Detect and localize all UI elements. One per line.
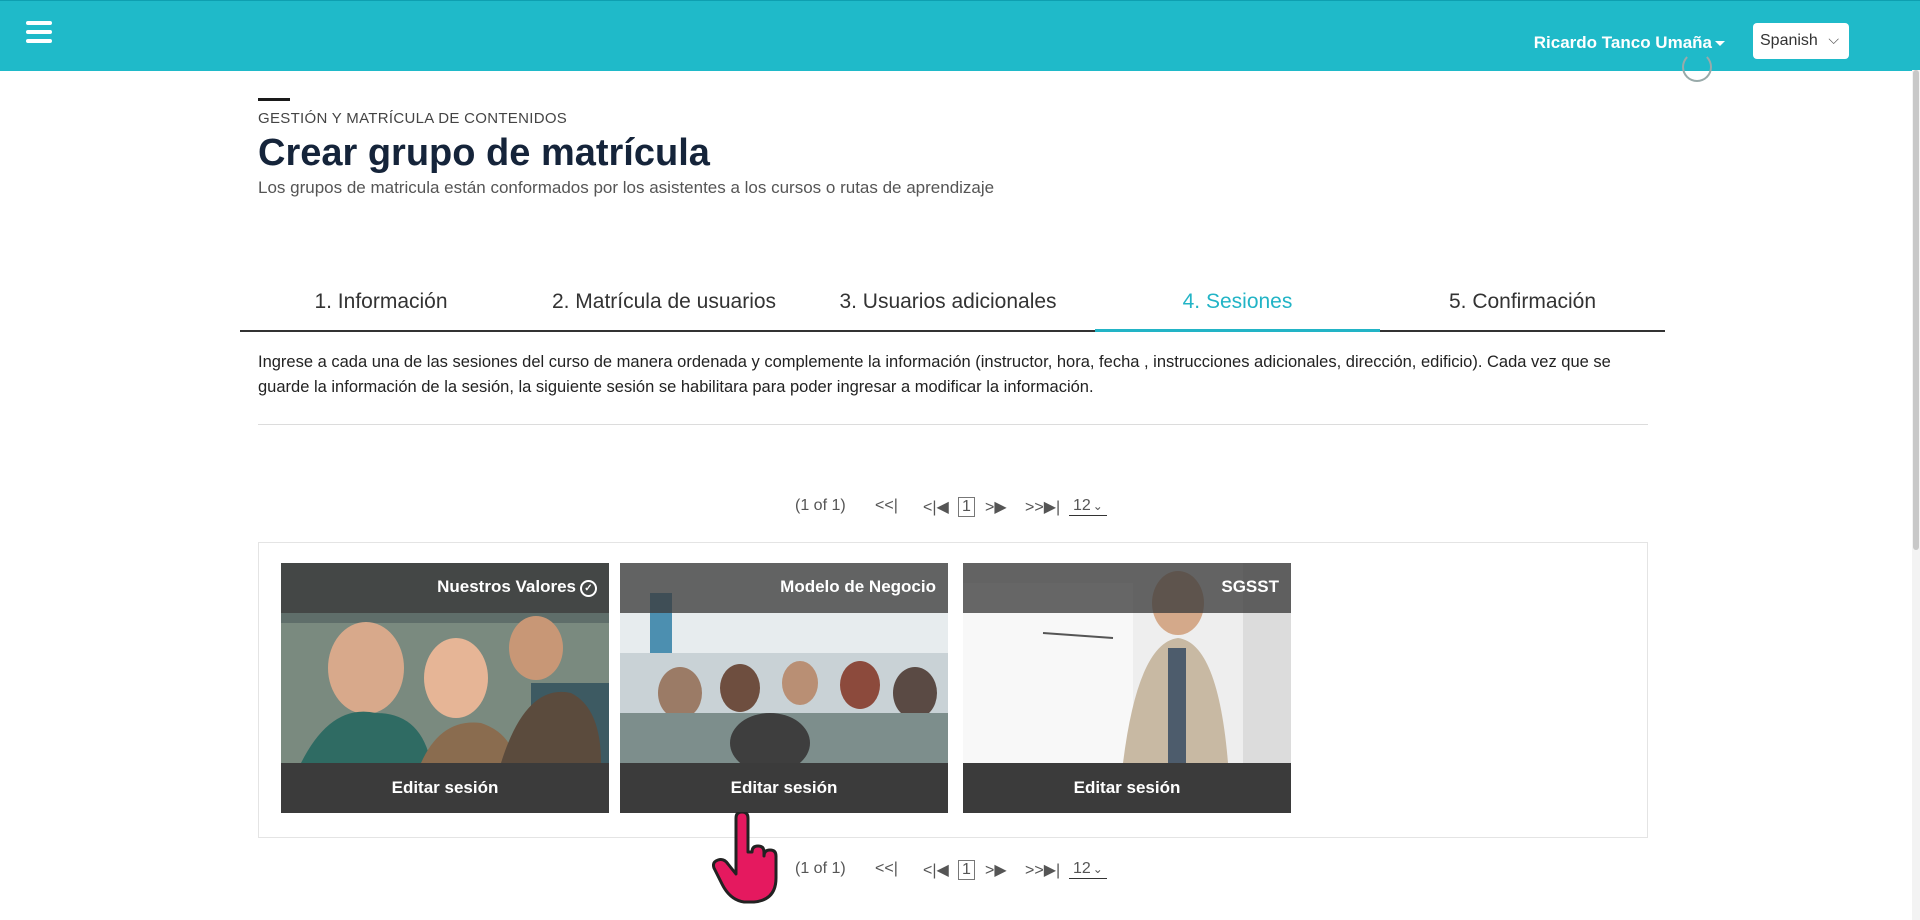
- page-size-select[interactable]: 12 ⌄: [1069, 497, 1107, 516]
- language-select[interactable]: Spanish ⌵: [1753, 23, 1849, 59]
- wizard-tabs: 1. Información 2. Matrícula de usuarios …: [240, 286, 1665, 332]
- page-info: (1 of 1): [795, 860, 846, 877]
- tab-usuarios-adicionales[interactable]: 3. Usuarios adicionales: [806, 286, 1090, 330]
- page-title: Crear grupo de matrícula: [258, 132, 710, 174]
- chevron-down-icon: ⌄: [1092, 862, 1103, 876]
- next-page-icon: >: [985, 499, 995, 516]
- scrollbar[interactable]: [1912, 70, 1920, 920]
- page-number-button[interactable]: 1: [958, 497, 975, 517]
- top-bar: Ricardo Tanco Umaña Spanish ⌵: [0, 0, 1920, 71]
- divider: [258, 424, 1648, 425]
- prev-page-icon: <: [923, 499, 933, 516]
- chevron-down-icon: ⌵: [1828, 31, 1839, 47]
- sessions-panel: Nuestros Valores ✓ Editar sesión Modelo d…: [258, 542, 1648, 838]
- hamburger-menu-icon[interactable]: [26, 21, 52, 43]
- session-title: SGSST: [1221, 577, 1279, 596]
- page-number-button[interactable]: 1: [958, 860, 975, 880]
- scrollbar-thumb[interactable]: [1913, 70, 1919, 550]
- session-card[interactable]: SGSST Editar sesión: [963, 563, 1291, 813]
- prev-page-button[interactable]: <|◀: [923, 860, 949, 880]
- tab-informacion[interactable]: 1. Información: [240, 286, 522, 330]
- session-card[interactable]: Nuestros Valores ✓ Editar sesión: [281, 563, 609, 813]
- session-card[interactable]: Modelo de Negocio Editar sesión: [620, 563, 948, 813]
- first-page-button[interactable]: <<|: [875, 497, 898, 515]
- prev-page-button[interactable]: <|◀: [923, 497, 949, 517]
- tab-matricula-usuarios[interactable]: 2. Matrícula de usuarios: [522, 286, 806, 330]
- session-title: Nuestros Valores ✓: [437, 577, 597, 597]
- section-label: GESTIÓN Y MATRÍCULA DE CONTENIDOS: [258, 110, 568, 127]
- tab-sesiones[interactable]: 4. Sesiones: [1095, 286, 1380, 332]
- header-accent-line: [258, 98, 290, 101]
- page-size-value: 12: [1073, 860, 1091, 877]
- edit-session-button[interactable]: Editar sesión: [620, 763, 948, 813]
- edit-session-button[interactable]: Editar sesión: [281, 763, 609, 813]
- completed-check-icon: ✓: [580, 580, 597, 597]
- chevron-down-icon: ⌄: [1092, 499, 1103, 513]
- user-name: Ricardo Tanco Umaña: [1533, 33, 1712, 52]
- last-page-button[interactable]: >>▶|: [1025, 497, 1060, 517]
- last-page-icon: >>: [1025, 499, 1044, 516]
- page-info: (1 of 1): [795, 497, 846, 514]
- page-number: 1: [958, 860, 975, 880]
- first-page-icon: <<: [875, 860, 894, 877]
- edit-session-button[interactable]: Editar sesión: [963, 763, 1291, 813]
- page-number: 1: [958, 497, 975, 517]
- user-menu[interactable]: Ricardo Tanco Umaña: [1534, 33, 1725, 53]
- session-title-text: Nuestros Valores: [437, 577, 576, 596]
- page-subtitle: Los grupos de matricula están conformado…: [258, 178, 995, 197]
- language-value: Spanish: [1760, 32, 1818, 49]
- caret-down-icon: [1715, 41, 1725, 47]
- instructions-text: Ingrese a cada una de las sesiones del c…: [258, 353, 1611, 396]
- next-page-icon: >: [985, 862, 995, 879]
- hand-pointer-icon: [712, 812, 778, 904]
- page-size-select[interactable]: 12 ⌄: [1069, 860, 1107, 879]
- page-size-value: 12: [1073, 497, 1091, 514]
- session-title: Modelo de Negocio: [780, 577, 936, 596]
- last-page-button[interactable]: >>▶|: [1025, 860, 1060, 880]
- prev-page-icon: <: [923, 862, 933, 879]
- next-page-button[interactable]: >▶: [985, 497, 1007, 517]
- first-page-icon: <<: [875, 497, 894, 514]
- first-page-button[interactable]: <<|: [875, 860, 898, 878]
- help-icon[interactable]: [1682, 52, 1712, 82]
- next-page-button[interactable]: >▶: [985, 860, 1007, 880]
- tab-confirmacion[interactable]: 5. Confirmación: [1380, 286, 1665, 330]
- last-page-icon: >>: [1025, 862, 1044, 879]
